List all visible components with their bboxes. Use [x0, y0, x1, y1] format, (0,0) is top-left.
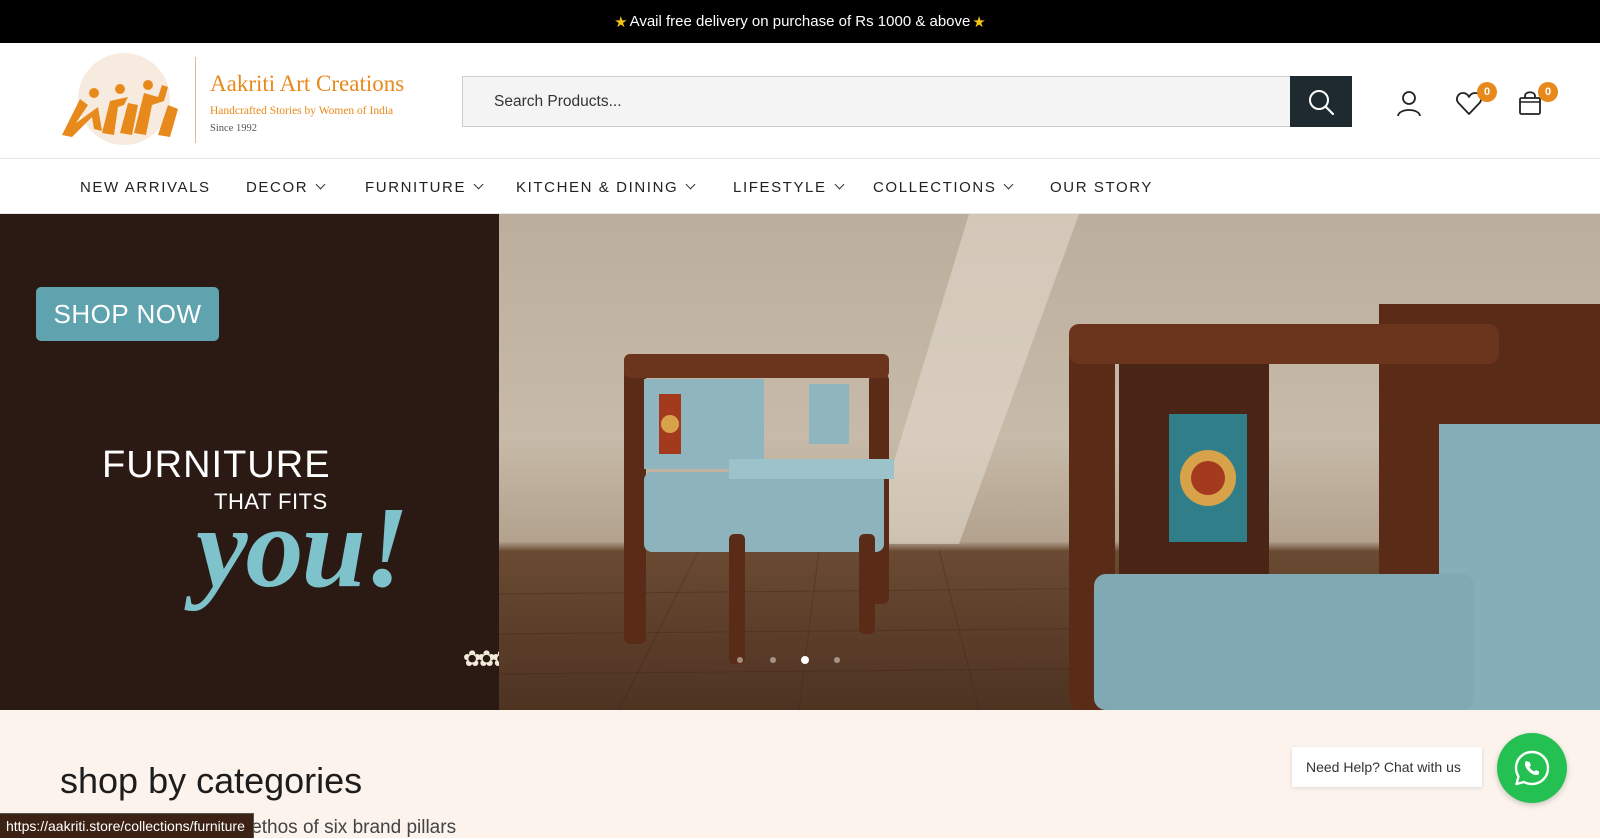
- account-button[interactable]: [1393, 87, 1425, 119]
- nav-item-label: LIFESTYLE: [733, 178, 827, 196]
- nav-item-our-story[interactable]: OUR STORY: [1050, 160, 1153, 214]
- nav-item-furniture[interactable]: FURNITURE: [365, 160, 484, 214]
- chevron-down-icon: [315, 179, 326, 190]
- search-input[interactable]: [462, 76, 1290, 127]
- shop-now-button[interactable]: SHOP NOW: [36, 287, 219, 341]
- wishlist-button[interactable]: 0: [1453, 82, 1497, 119]
- nav-item-new-arrivals[interactable]: NEW ARRIVALS: [80, 160, 211, 214]
- cart-button[interactable]: 0: [1514, 82, 1558, 119]
- nav-item-decor[interactable]: DECOR: [246, 160, 326, 214]
- slider-dot[interactable]: [737, 657, 743, 663]
- brand-name: Aakriti Art Creations: [210, 71, 405, 96]
- nav-item-label: DECOR: [246, 178, 309, 196]
- nav-item-kitchen-dining[interactable]: KITCHEN & DINING: [516, 160, 696, 214]
- site-header: Aakriti Art Creations Handcrafted Storie…: [0, 43, 1600, 159]
- hero-banner[interactable]: SHOP NOW FURNITURE THAT FITS you! ✿✿✿: [0, 214, 1600, 710]
- nav-item-label: OUR STORY: [1050, 178, 1154, 196]
- chat-label[interactable]: Need Help? Chat with us: [1292, 747, 1482, 787]
- whatsapp-icon: [1514, 750, 1550, 786]
- search-bar: [462, 76, 1352, 127]
- slider-dot[interactable]: [770, 657, 776, 663]
- brand-since: Since 1992: [210, 123, 257, 134]
- hero-script-text: you!: [196, 484, 409, 612]
- chevron-down-icon: [834, 179, 845, 190]
- slider-dot-active[interactable]: [801, 656, 809, 664]
- nav-item-label: NEW ARRIVALS: [80, 178, 211, 196]
- whatsapp-button[interactable]: [1497, 733, 1567, 803]
- announcement-bar: ★ Avail free delivery on purchase of Rs …: [0, 0, 1600, 43]
- star-icon: ★: [614, 13, 628, 31]
- status-bar-url: https://aakriti.store/collections/furnit…: [0, 813, 254, 838]
- nav-item-label: KITCHEN & DINING: [516, 178, 679, 196]
- chevron-down-icon: [685, 179, 696, 190]
- nav-item-lifestyle[interactable]: LIFESTYLE: [733, 160, 845, 214]
- nav-item-label: FURNITURE: [365, 178, 467, 196]
- cart-count-badge: 0: [1538, 82, 1558, 102]
- slider-dot[interactable]: [834, 657, 840, 663]
- search-button[interactable]: [1290, 76, 1352, 127]
- logo-mark-icon: [62, 53, 178, 145]
- hero-image: [498, 214, 1600, 710]
- hero-heading: FURNITURE: [102, 444, 331, 486]
- brand-tagline: Handcrafted Stories by Women of India: [210, 105, 394, 117]
- wishlist-count-badge: 0: [1477, 82, 1497, 102]
- hero-text-panel: SHOP NOW FURNITURE THAT FITS you! ✿✿✿: [0, 214, 510, 710]
- chevron-down-icon: [1004, 179, 1014, 190]
- chevron-down-icon: [473, 179, 484, 190]
- main-nav: NEW ARRIVALS DECOR FURNITURE KITCHEN & D…: [0, 160, 1600, 214]
- logo-divider: [195, 57, 196, 143]
- search-icon: [1309, 89, 1335, 115]
- nav-item-collections[interactable]: COLLECTIONS: [873, 160, 1014, 214]
- section-title: shop by categories: [60, 760, 363, 801]
- furniture-photo: [498, 214, 1600, 710]
- nav-item-label: COLLECTIONS: [873, 178, 997, 196]
- star-icon: ★: [972, 13, 986, 31]
- user-icon: [1397, 91, 1421, 117]
- brand-logo[interactable]: Aakriti Art Creations Handcrafted Storie…: [58, 53, 428, 149]
- announcement-text: Avail free delivery on purchase of Rs 10…: [629, 13, 971, 30]
